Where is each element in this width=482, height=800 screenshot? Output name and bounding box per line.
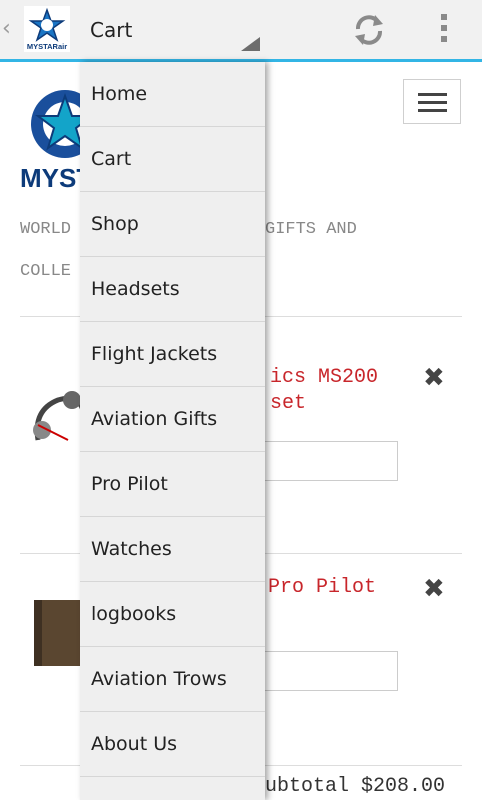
nav-title[interactable]: Cart xyxy=(90,18,132,42)
subtotal-text: ubtotal $208.00 xyxy=(265,775,446,798)
refresh-icon[interactable] xyxy=(350,12,388,48)
app-logo-text: MYSTARair xyxy=(27,42,67,51)
drawer-item-headsets[interactable]: Headsets xyxy=(80,257,265,322)
tagline-end: GIFTS AND xyxy=(265,220,357,239)
headset-thumbnail[interactable] xyxy=(28,380,88,460)
chevron-left-icon[interactable]: ‹ xyxy=(2,16,11,41)
cart-item-name[interactable]: ics MS200 xyxy=(270,365,378,391)
dropdown-triangle-icon[interactable] xyxy=(241,37,260,51)
hamburger-menu-icon[interactable] xyxy=(403,79,461,124)
close-icon[interactable]: ✖ xyxy=(423,363,445,393)
overflow-menu-icon[interactable] xyxy=(434,14,454,46)
tagline-start: WORLD xyxy=(20,220,72,239)
close-icon[interactable]: ✖ xyxy=(423,574,445,604)
drawer-item-logbooks[interactable]: logbooks xyxy=(80,582,265,647)
drawer-item-watches[interactable]: Watches xyxy=(80,517,265,582)
drawer-item-home[interactable]: Home xyxy=(80,62,265,127)
drawer-item-aviation-gifts[interactable]: Aviation Gifts xyxy=(80,387,265,452)
action-bar: ‹ MYSTARair Cart xyxy=(0,0,482,62)
drawer-item-flight-jackets[interactable]: Flight Jackets xyxy=(80,322,265,387)
navigation-drawer: Home Cart Shop Headsets Flight Jackets A… xyxy=(80,62,265,800)
tagline-line2: COLLE xyxy=(20,262,72,281)
drawer-item-aviation-trows[interactable]: Aviation Trows xyxy=(80,647,265,712)
app-logo[interactable]: MYSTARair xyxy=(24,6,70,52)
drawer-item-shop[interactable]: Shop xyxy=(80,192,265,257)
cart-item-name[interactable]: Pro Pilot xyxy=(268,575,376,601)
drawer-item-about-us[interactable]: About Us xyxy=(80,712,265,777)
cart-item-name-cont[interactable]: set xyxy=(270,391,306,417)
drawer-item-pro-pilot[interactable]: Pro Pilot xyxy=(80,452,265,517)
drawer-item-cart[interactable]: Cart xyxy=(80,127,265,192)
